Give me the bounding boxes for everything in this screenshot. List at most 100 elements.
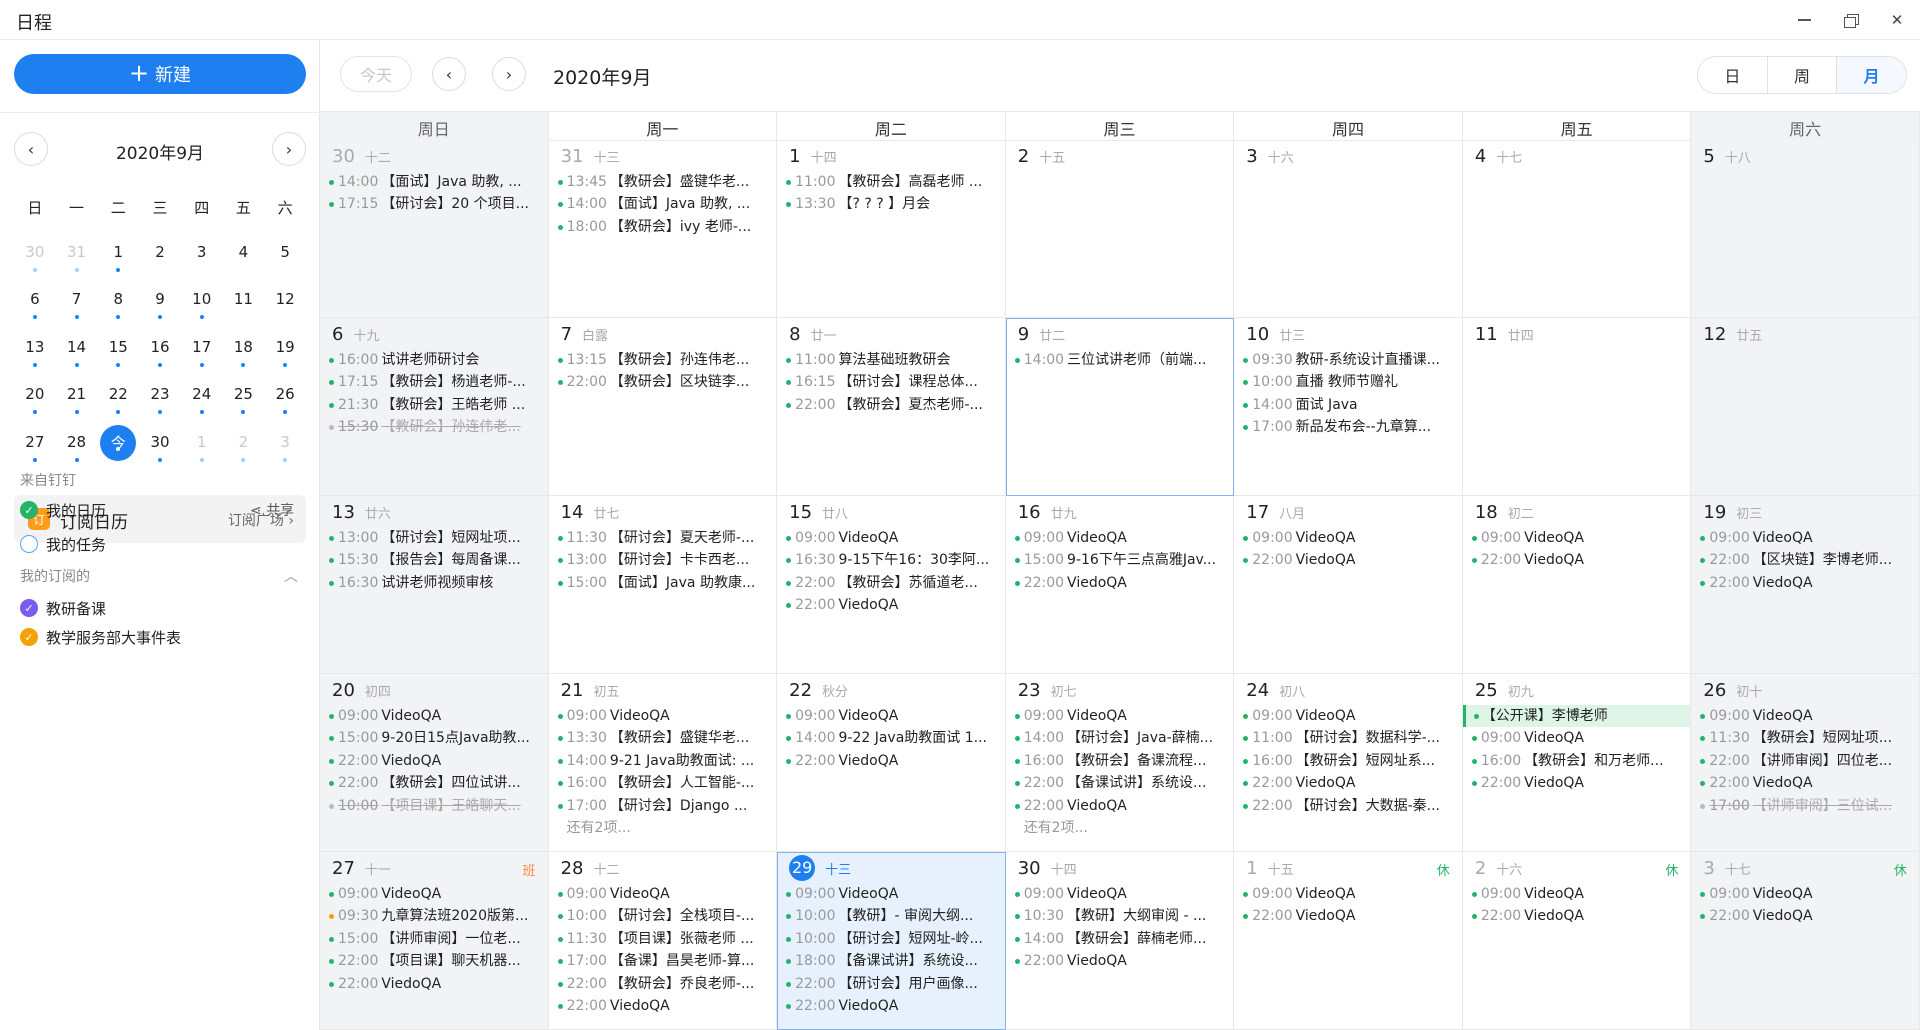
- event-item[interactable]: 15:00 【讲师审阅】一位老...: [328, 928, 548, 950]
- next-month-button[interactable]: ›: [492, 57, 526, 91]
- more-events-link[interactable]: 还有2项...: [557, 817, 777, 839]
- event-item[interactable]: 11:30 【项目课】张薇老师 ...: [557, 928, 777, 950]
- event-item[interactable]: 22:00 ViedoQA: [1242, 549, 1462, 571]
- event-item[interactable]: 09:00 VideoQA: [1014, 527, 1234, 549]
- mini-day[interactable]: 3: [264, 425, 306, 473]
- event-item[interactable]: 09:00 VideoQA: [1699, 883, 1919, 905]
- mini-day[interactable]: 9: [139, 282, 181, 330]
- check-icon[interactable]: ✓: [20, 628, 38, 646]
- event-item[interactable]: 18:00 【教研会】ivy 老师-...: [557, 216, 777, 238]
- day-cell[interactable]: 25 初九 【公开课】李博老师 09:00 VideoQA 16:00 【教研会】和万老师.…: [1462, 674, 1692, 852]
- mini-day[interactable]: 10: [181, 282, 223, 330]
- event-item[interactable]: 09:00 VideoQA: [557, 883, 777, 905]
- event-item[interactable]: 17:15 【研讨会】20 个项目...: [328, 193, 548, 215]
- day-cell[interactable]: 4 十七: [1462, 140, 1692, 318]
- mini-day[interactable]: 今: [97, 424, 139, 473]
- event-item[interactable]: 17:15 【教研会】杨逍老师-...: [328, 371, 548, 393]
- event-item[interactable]: 09:00 VideoQA: [1699, 527, 1919, 549]
- mini-day[interactable]: 26: [264, 377, 306, 425]
- close-button[interactable]: ✕: [1880, 6, 1914, 34]
- event-item[interactable]: 17:00 【讲师审阅】三位试...: [1699, 795, 1919, 817]
- event-item[interactable]: 09:00 VideoQA: [1242, 883, 1462, 905]
- event-item[interactable]: 22:00 ViedoQA: [1014, 795, 1234, 817]
- mini-day[interactable]: 13: [14, 330, 56, 378]
- mini-day[interactable]: 3: [181, 235, 223, 283]
- event-item[interactable]: 09:00 VideoQA: [328, 705, 548, 727]
- mini-day[interactable]: 16: [139, 330, 181, 378]
- event-item[interactable]: 16:00 【教研会】和万老师...: [1471, 750, 1691, 772]
- event-item[interactable]: 22:00 【备课试讲】系统设...: [1014, 772, 1234, 794]
- day-cell[interactable]: 30 十二 14:00 【面试】Java 助教, ... 17:15 【研讨会】20 个项…: [320, 140, 549, 318]
- day-cell[interactable]: 7 白露 13:15 【教研会】孙连伟老... 22:00 【教研会】区块链李...: [548, 318, 778, 496]
- mini-day[interactable]: 6: [14, 282, 56, 330]
- event-item[interactable]: 11:00 【教研会】高磊老师 ...: [785, 171, 1005, 193]
- event-item[interactable]: 22:00 ViedoQA: [1014, 572, 1234, 594]
- day-cell[interactable]: 11 廿四: [1462, 318, 1692, 496]
- mini-day[interactable]: 18: [223, 330, 265, 378]
- day-cell[interactable]: 26 初十 09:00 VideoQA 11:30 【教研会】短网址项... 22:00 【讲…: [1691, 674, 1920, 852]
- event-item[interactable]: 22:00 ViedoQA: [1471, 905, 1691, 927]
- day-cell[interactable]: 2 十五: [1005, 140, 1235, 318]
- more-events-link[interactable]: 还有2项...: [1014, 817, 1234, 839]
- day-cell[interactable]: 1 十五休 09:00 VideoQA 22:00 ViedoQA: [1234, 852, 1463, 1030]
- day-cell[interactable]: 14 廿七 11:30 【研讨会】夏天老师-... 13:00 【研讨会】卡卡西老... 1…: [548, 496, 778, 674]
- day-cell[interactable]: 19 初三 09:00 VideoQA 22:00 【区块链】李博老师... 22:00 Vi…: [1691, 496, 1920, 674]
- day-cell[interactable]: 18 初二 09:00 VideoQA 22:00 ViedoQA: [1462, 496, 1692, 674]
- mini-day[interactable]: 20: [14, 377, 56, 425]
- event-item[interactable]: 11:30 【教研会】短网址项...: [1699, 727, 1919, 749]
- event-item[interactable]: 15:30 【教研会】孙连伟老...: [328, 416, 548, 438]
- maximize-button[interactable]: [1834, 6, 1868, 34]
- unchecked-circle-icon[interactable]: [20, 535, 38, 553]
- event-item[interactable]: 22:00 【教研会】苏循道老...: [785, 572, 1005, 594]
- day-cell[interactable]: 12 廿五: [1691, 318, 1920, 496]
- event-item[interactable]: 14:00 三位试讲老师（前端...: [1014, 349, 1234, 371]
- event-item[interactable]: 10:00 直播 教师节赠礼: [1242, 371, 1462, 393]
- event-item[interactable]: 22:00 ViedoQA: [328, 973, 548, 995]
- event-item[interactable]: 22:00 ViedoQA: [328, 750, 548, 772]
- day-cell[interactable]: 1 十四 11:00 【教研会】高磊老师 ... 13:30 【? ? ? 】月会: [777, 140, 1006, 318]
- mini-day[interactable]: 19: [264, 330, 306, 378]
- mini-day[interactable]: 23: [139, 377, 181, 425]
- mini-day[interactable]: 17: [181, 330, 223, 378]
- day-cell[interactable]: 29 十三 09:00 VideoQA 10:00 【教研】- 审阅大纲... 10:00 【…: [777, 852, 1006, 1030]
- mini-next-month-button[interactable]: ›: [272, 132, 306, 166]
- subscribed-item-events[interactable]: ✓ 教学服务部大事件表: [20, 625, 181, 649]
- event-item[interactable]: 09:00 VideoQA: [1242, 527, 1462, 549]
- event-item[interactable]: 10:30 【教研】大纲审阅 - ...: [1014, 905, 1234, 927]
- event-item[interactable]: 22:00 【研讨会】用户画像...: [785, 973, 1005, 995]
- event-item[interactable]: 22:00 ViedoQA: [785, 995, 1005, 1017]
- mini-day[interactable]: 12: [264, 282, 306, 330]
- day-cell[interactable]: 3 十七休 09:00 VideoQA 22:00 ViedoQA: [1691, 852, 1920, 1030]
- new-event-button[interactable]: + 新建: [14, 54, 306, 94]
- mini-day[interactable]: 14: [56, 330, 98, 378]
- chevron-up-icon[interactable]: ︿: [284, 566, 298, 586]
- event-item[interactable]: 14:00 9-22 Java助教面试 1...: [785, 727, 1005, 749]
- event-item[interactable]: 22:00 ViedoQA: [1699, 572, 1919, 594]
- mini-day[interactable]: 1: [97, 235, 139, 283]
- event-item[interactable]: 14:00 面试 Java: [1242, 394, 1462, 416]
- event-item[interactable]: 18:00 【备课试讲】系统设...: [785, 950, 1005, 972]
- event-item[interactable]: 10:00 【教研】- 审阅大纲...: [785, 905, 1005, 927]
- event-item[interactable]: 22:00 【教研会】四位试讲...: [328, 772, 548, 794]
- event-item[interactable]: 16:00 【教研会】人工智能-...: [557, 772, 777, 794]
- event-item[interactable]: 22:00 ViedoQA: [785, 594, 1005, 616]
- mini-day[interactable]: 28: [56, 425, 98, 473]
- day-cell[interactable]: 20 初四 09:00 VideoQA 15:00 9-20日15点Java助教... 22…: [320, 674, 549, 852]
- event-item[interactable]: 15:30 【报告会】每周备课...: [328, 549, 548, 571]
- event-item[interactable]: 14:00 【教研会】薛楠老师...: [1014, 928, 1234, 950]
- event-item[interactable]: 09:00 VideoQA: [557, 705, 777, 727]
- mini-day[interactable]: 1: [181, 425, 223, 473]
- mini-day[interactable]: 7: [56, 282, 98, 330]
- event-item[interactable]: 13:30 【? ? ? 】月会: [785, 193, 1005, 215]
- day-cell[interactable]: 2 十六休 09:00 VideoQA 22:00 ViedoQA: [1462, 852, 1692, 1030]
- day-cell[interactable]: 28 十二 09:00 VideoQA 10:00 【研讨会】全栈项目-... 11:30 【…: [548, 852, 778, 1030]
- event-item[interactable]: 09:30 教研-系统设计直播课...: [1242, 349, 1462, 371]
- event-item[interactable]: 13:30 【教研会】盛键华老...: [557, 727, 777, 749]
- event-item[interactable]: 【公开课】李博老师: [1462, 705, 1691, 728]
- event-item[interactable]: 22:00 【教研会】乔良老师-...: [557, 973, 777, 995]
- event-item[interactable]: 13:45 【教研会】盛键华老...: [557, 171, 777, 193]
- event-item[interactable]: 09:00 VideoQA: [1699, 705, 1919, 727]
- event-item[interactable]: 16:00 【教研会】备课流程...: [1014, 750, 1234, 772]
- event-item[interactable]: 22:00 【讲师审阅】四位老...: [1699, 750, 1919, 772]
- event-item[interactable]: 09:30 九章算法班2020版第...: [328, 905, 548, 927]
